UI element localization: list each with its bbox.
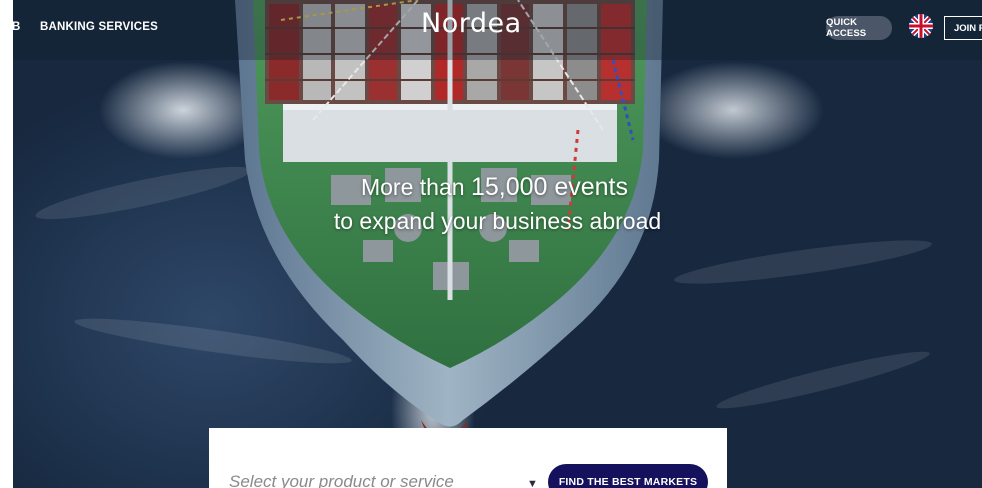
page: B BANKING SERVICES Nordea QUICK ACCESS J… <box>0 0 982 488</box>
search-panel: Select your product or service ▼ FIND TH… <box>209 428 727 488</box>
nav-item-truncated[interactable]: B <box>13 21 21 33</box>
container-ship-image <box>235 0 663 446</box>
nav-item-banking-services[interactable]: BANKING SERVICES <box>40 21 158 33</box>
nordea-logo[interactable]: Nordea <box>421 8 522 39</box>
headline-line-2: to expand your business abroad <box>333 208 662 234</box>
headline-line-1: More than 15,000 events <box>13 170 982 204</box>
product-service-select[interactable]: Select your product or service <box>229 472 454 488</box>
top-navigation-bar: B BANKING SERVICES Nordea QUICK ACCESS J… <box>13 0 982 60</box>
hero-banner: B BANKING SERVICES Nordea QUICK ACCESS J… <box>13 0 982 488</box>
headline-highlight: 15,000 events <box>470 173 629 201</box>
quick-access-button[interactable]: QUICK ACCESS <box>826 16 892 40</box>
headline-prefix: More than <box>360 174 465 200</box>
join-button[interactable]: JOIN FO <box>944 16 982 40</box>
find-best-markets-button[interactable]: FIND THE BEST MARKETS <box>548 464 708 488</box>
chevron-down-icon[interactable]: ▼ <box>527 478 538 488</box>
uk-flag-icon[interactable] <box>909 14 933 38</box>
hero-headline: More than 15,000 events to expand your b… <box>13 170 982 238</box>
